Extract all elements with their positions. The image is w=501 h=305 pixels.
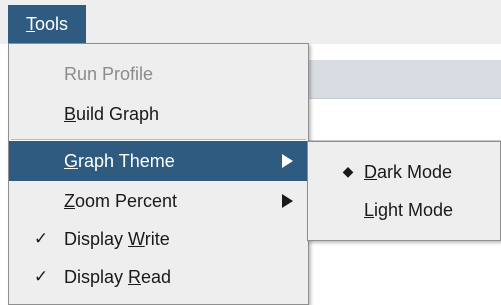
tools-menu-label: Tools — [25, 14, 69, 34]
background-header-bar — [300, 60, 501, 99]
graph-theme-label: Graph Theme — [64, 150, 175, 171]
zoom-percent-label: Zoom Percent — [64, 190, 178, 211]
menu-item-display-read[interactable]: ✓ Display Read — [9, 257, 308, 297]
menu-item-display-write[interactable]: ✓ Display Write — [9, 219, 308, 259]
selected-diamond-icon: ◆ — [342, 164, 354, 180]
menu-bar: Tools — [0, 0, 501, 44]
menu-item-graph-theme[interactable]: Graph Theme — [9, 141, 308, 181]
display-read-label: Display Read — [64, 266, 172, 287]
menu-item-run-profile: Run Profile — [9, 54, 308, 94]
light-mode-label: Light Mode — [364, 199, 454, 220]
build-graph-label: Build Graph — [64, 103, 160, 124]
menu-item-zoom-percent[interactable]: Zoom Percent — [9, 181, 308, 221]
checkmark-icon: ✓ — [33, 229, 49, 249]
graph-theme-submenu: ◆ Dark Mode Light Mode — [307, 141, 501, 241]
menu-item-build-graph[interactable]: Build Graph — [9, 94, 308, 134]
tools-menu[interactable]: Tools — [8, 5, 86, 44]
chevron-right-icon — [282, 154, 293, 168]
chevron-right-icon — [282, 194, 293, 208]
display-write-label: Display Write — [64, 228, 170, 249]
submenu-item-light-mode[interactable]: Light Mode — [308, 192, 500, 228]
run-profile-label: Run Profile — [64, 63, 154, 84]
dark-mode-label: Dark Mode — [364, 161, 453, 182]
submenu-item-dark-mode[interactable]: ◆ Dark Mode — [308, 154, 500, 190]
tools-dropdown-menu: Run Profile Build Graph Graph Theme Zoom… — [8, 43, 309, 305]
checkmark-icon: ✓ — [33, 267, 49, 287]
